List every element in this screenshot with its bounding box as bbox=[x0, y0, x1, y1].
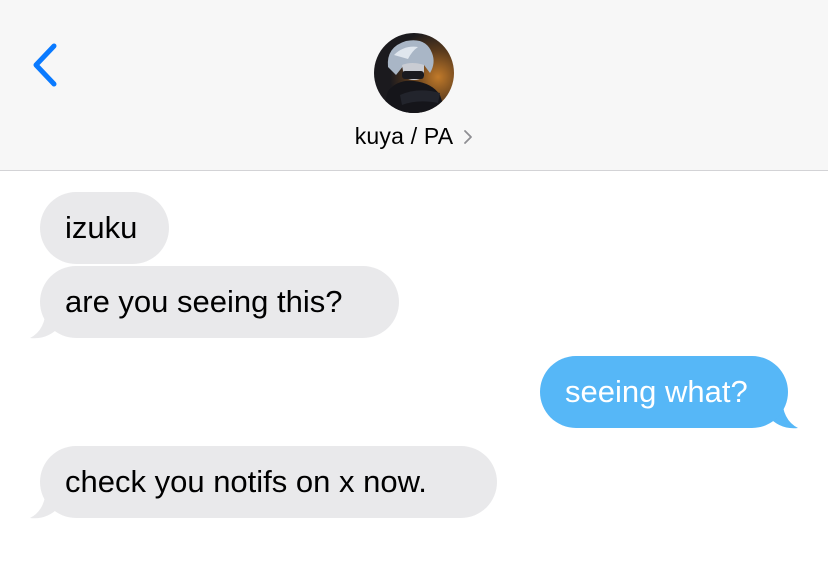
message-text: izuku bbox=[65, 210, 138, 245]
message-bubble-outgoing[interactable]: seeing what? bbox=[540, 356, 788, 428]
chevron-left-icon bbox=[33, 43, 57, 87]
contact-name-button[interactable]: kuya / PA bbox=[0, 120, 828, 152]
contact-avatar[interactable] bbox=[374, 33, 454, 113]
message-bubble-incoming[interactable]: are you seeing this? bbox=[40, 266, 399, 338]
back-button[interactable] bbox=[26, 40, 66, 90]
contact-name: kuya / PA bbox=[354, 122, 454, 149]
message-text: seeing what? bbox=[565, 374, 748, 409]
message-text: are you seeing this? bbox=[65, 284, 343, 319]
messages-screen: kuya / PA izuku are you seeing this? see… bbox=[0, 0, 828, 571]
conversation-header: kuya / PA bbox=[0, 0, 828, 171]
chevron-right-icon bbox=[464, 130, 473, 144]
message-bubble-incoming[interactable]: izuku bbox=[40, 192, 169, 264]
message-bubble-incoming[interactable]: check you notifs on x now. bbox=[40, 446, 497, 518]
message-text: check you notifs on x now. bbox=[65, 464, 427, 499]
avatar-image bbox=[374, 33, 454, 113]
